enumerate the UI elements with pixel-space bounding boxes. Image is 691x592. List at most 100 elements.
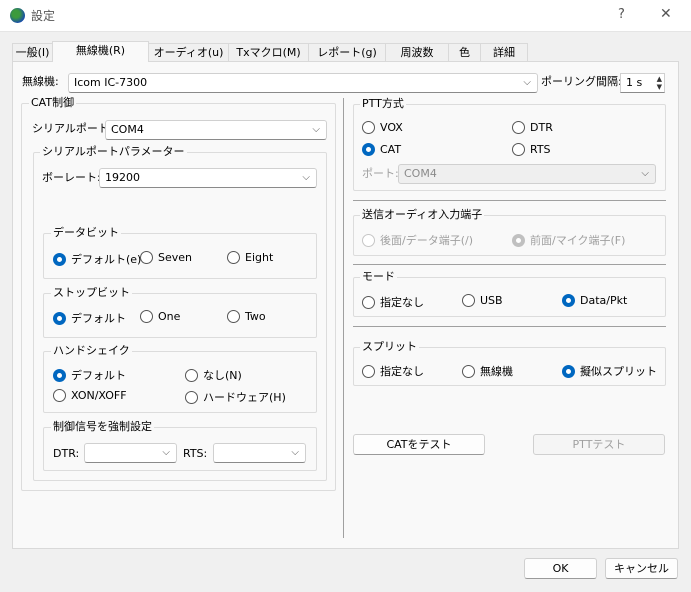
split-none-radio[interactable]: 指定なし xyxy=(362,363,424,379)
split-fake-radio[interactable]: 擬似スプリット xyxy=(562,363,657,379)
radio-checked-icon xyxy=(53,252,66,266)
mode-none-radio[interactable]: 指定なし xyxy=(362,294,424,310)
tab-radio[interactable]: 無線機(R) xyxy=(52,41,149,62)
tx-audio-title: 送信オーディオ入力端子 xyxy=(360,208,485,221)
radio-label: 指定なし xyxy=(380,365,424,378)
test-ptt-button[interactable]: PTTテスト xyxy=(533,434,665,455)
ptt-dtr-radio[interactable]: DTR xyxy=(512,121,553,134)
radio-checked-icon xyxy=(562,364,575,378)
force-control-title: 制御信号を強制設定 xyxy=(51,420,154,433)
window-title: 設定 xyxy=(31,9,56,23)
stopbits-title: ストップビット xyxy=(51,286,132,299)
help-button[interactable]: ? xyxy=(618,8,625,22)
tab-frequencies[interactable]: 周波数 xyxy=(385,43,449,62)
chevron-down-icon: ⌵ xyxy=(302,172,310,183)
radio-label: 無線機 xyxy=(480,365,513,378)
baud-label: ボーレート: xyxy=(42,171,101,184)
ptt-port-label: ポート: xyxy=(362,167,399,180)
ptt-cat-radio[interactable]: CAT xyxy=(362,143,401,156)
radio-icon xyxy=(227,310,240,323)
separator xyxy=(353,326,666,327)
tab-advanced[interactable]: 詳細 xyxy=(480,43,528,62)
baud-select[interactable]: 19200 ⌵ xyxy=(99,168,317,188)
radio-icon xyxy=(140,310,153,323)
close-button[interactable]: ✕ xyxy=(660,7,672,21)
radio-icon xyxy=(512,143,525,156)
mode-datapkt-radio[interactable]: Data/Pkt xyxy=(562,294,627,307)
radio-checked-icon xyxy=(562,294,575,307)
vertical-divider xyxy=(343,98,344,538)
radio-label: One xyxy=(158,310,181,323)
ptt-port-select[interactable]: COM4 ⌵ xyxy=(398,164,656,184)
cat-group-title: CAT制御 xyxy=(29,96,77,109)
serial-port-label: シリアルポート: xyxy=(32,122,113,135)
serial-port-select[interactable]: COM4 ⌵ xyxy=(105,120,327,140)
radio-label: ハードウェア(H) xyxy=(203,391,286,404)
title-bar: 設定 ? ✕ xyxy=(0,0,691,32)
handshake-xonxoff-radio[interactable]: XON/XOFF xyxy=(53,389,127,402)
radio-icon xyxy=(462,364,475,378)
databits-title: データビット xyxy=(51,226,121,239)
tab-audio[interactable]: オーディオ(u) xyxy=(148,43,229,62)
radio-icon xyxy=(512,121,525,134)
radio-icon xyxy=(362,295,375,309)
radio-label: なし(N) xyxy=(203,369,242,382)
ok-button[interactable]: OK xyxy=(524,558,597,579)
stopbits-default-radio[interactable]: デフォルト xyxy=(53,310,126,326)
mode-usb-radio[interactable]: USB xyxy=(462,294,503,307)
tab-general[interactable]: 一般(I) xyxy=(12,43,53,62)
radio-label: デフォルト xyxy=(71,369,126,382)
chevron-down-icon: ⌵ xyxy=(291,447,299,458)
radio-label: 擬似スプリット xyxy=(580,365,657,378)
handshake-default-radio[interactable]: デフォルト xyxy=(53,367,126,383)
databits-seven-radio[interactable]: Seven xyxy=(140,251,192,264)
chevron-down-icon: ⌵ xyxy=(162,447,170,458)
mode-title: モード xyxy=(360,270,397,283)
radio-label: 後面/データ端子(/) xyxy=(380,234,473,247)
split-title: スプリット xyxy=(360,340,419,353)
radio-icon xyxy=(462,294,475,307)
tx-audio-front-radio[interactable]: 前面/マイク端子(F) xyxy=(512,232,625,248)
rig-label: 無線機: xyxy=(22,75,59,88)
databits-default-radio[interactable]: デフォルト(e) xyxy=(53,251,141,267)
chevron-down-icon: ⌵ xyxy=(523,77,531,88)
radio-checked-icon xyxy=(512,233,525,247)
radio-label: 前面/マイク端子(F) xyxy=(530,234,626,247)
stopbits-two-radio[interactable]: Two xyxy=(227,310,266,323)
radio-label: デフォルト(e) xyxy=(71,253,142,266)
ptt-vox-radio[interactable]: VOX xyxy=(362,121,403,134)
radio-label: Data/Pkt xyxy=(580,294,628,307)
app-icon xyxy=(10,8,25,23)
separator xyxy=(353,264,666,265)
split-rig-radio[interactable]: 無線機 xyxy=(462,363,513,379)
tx-audio-rear-radio[interactable]: 後面/データ端子(/) xyxy=(362,232,473,248)
separator xyxy=(353,200,666,201)
radio-label: VOX xyxy=(380,121,403,134)
ptt-rts-radio[interactable]: RTS xyxy=(512,143,551,156)
rts-select[interactable]: ⌵ xyxy=(213,443,306,463)
spin-arrows-icon[interactable]: ▲ ▼ xyxy=(657,75,662,91)
rig-select[interactable]: Icom IC-7300 ⌵ xyxy=(68,73,538,93)
dtr-select[interactable]: ⌵ xyxy=(84,443,177,463)
radio-icon xyxy=(227,251,240,264)
test-cat-button[interactable]: CATをテスト xyxy=(353,434,485,455)
handshake-hardware-radio[interactable]: ハードウェア(H) xyxy=(185,389,286,405)
handshake-none-radio[interactable]: なし(N) xyxy=(185,367,242,383)
radio-icon xyxy=(362,233,375,247)
polling-spinbox[interactable]: 1 s ▲ ▼ xyxy=(620,73,665,93)
rig-value: Icom IC-7300 xyxy=(74,76,148,89)
databits-eight-radio[interactable]: Eight xyxy=(227,251,273,264)
tab-tx-macros[interactable]: Txマクロ(M) xyxy=(228,43,309,62)
cancel-button[interactable]: キャンセル xyxy=(605,558,678,579)
ptt-port-value: COM4 xyxy=(404,167,437,180)
stopbits-one-radio[interactable]: One xyxy=(140,310,180,323)
radio-checked-icon xyxy=(362,143,375,156)
chevron-down-icon: ⌵ xyxy=(312,124,320,135)
radio-icon xyxy=(53,389,66,402)
tab-colors[interactable]: 色 xyxy=(448,43,481,62)
radio-label: Two xyxy=(245,310,266,323)
dtr-label: DTR: xyxy=(53,447,80,460)
radio-label: CAT xyxy=(380,143,402,156)
tab-reporting[interactable]: レポート(g) xyxy=(308,43,386,62)
radio-checked-icon xyxy=(53,311,66,325)
